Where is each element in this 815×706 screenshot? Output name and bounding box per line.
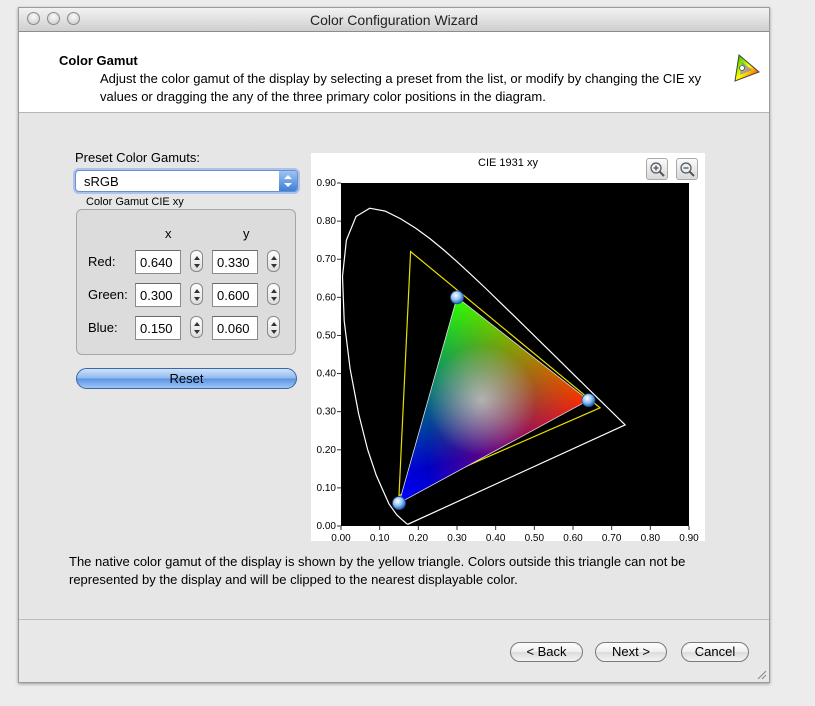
wizard-footer: < Back Next > Cancel bbox=[19, 620, 769, 682]
blue-x-field[interactable]: 0.150 bbox=[135, 316, 181, 340]
preset-label: Preset Color Gamuts: bbox=[75, 150, 200, 165]
y-tick-label: 0.40 bbox=[317, 369, 337, 380]
red-x-stepper[interactable] bbox=[190, 250, 203, 272]
green-x-field[interactable]: 0.300 bbox=[135, 283, 181, 307]
y-tick-label: 0.20 bbox=[317, 445, 337, 456]
x-tick-label: 0.50 bbox=[525, 533, 545, 541]
reset-button[interactable]: Reset bbox=[76, 368, 297, 389]
chevron-up-down-icon[interactable] bbox=[279, 171, 297, 191]
blue-y-stepper[interactable] bbox=[267, 316, 280, 338]
x-tick-label: 0.90 bbox=[679, 533, 699, 541]
preset-selected-value: sRGB bbox=[84, 174, 119, 189]
red-label: Red: bbox=[88, 254, 116, 269]
wizard-window: Color Configuration Wizard Color Gamut A… bbox=[18, 7, 770, 683]
content-area: Preset Color Gamuts: sRGB Color Gamut CI… bbox=[19, 113, 769, 618]
y-tick-label: 0.60 bbox=[317, 292, 337, 303]
green-y-stepper[interactable] bbox=[267, 283, 280, 305]
preset-dropdown[interactable]: sRGB bbox=[75, 170, 298, 192]
blue-primary-handle[interactable] bbox=[392, 496, 406, 511]
y-tick-label: 0.30 bbox=[317, 407, 337, 418]
cie-chart-svg[interactable]: CIE 1931 xy 0.00 0.10 0.20 0.30 0.40 0.50 0.60… bbox=[311, 153, 705, 544]
cancel-button[interactable]: Cancel bbox=[681, 642, 749, 662]
blue-y-field[interactable]: 0.060 bbox=[212, 316, 258, 340]
y-tick-label: 0.10 bbox=[317, 483, 337, 494]
x-tick-label: 0.60 bbox=[563, 533, 583, 541]
red-y-field[interactable]: 0.330 bbox=[212, 250, 258, 274]
x-tick-label: 0.30 bbox=[447, 533, 467, 541]
next-button[interactable]: Next > bbox=[595, 642, 667, 662]
blue-x-stepper[interactable] bbox=[190, 316, 203, 338]
step-description: Adjust the color gamut of the display by… bbox=[100, 71, 702, 104]
window-title: Color Configuration Wizard bbox=[309, 12, 479, 28]
blue-label: Blue: bbox=[88, 320, 118, 335]
cie-chart: CIE 1931 xy 0.00 0.10 0.20 0.30 0.40 0.50 0.60… bbox=[311, 153, 705, 544]
red-y-stepper[interactable] bbox=[267, 250, 280, 272]
column-x-header: x bbox=[165, 226, 172, 241]
step-title: Color Gamut bbox=[59, 53, 138, 68]
back-button[interactable]: < Back bbox=[510, 642, 583, 662]
gamut-group: x y Red: 0.640 0.330 Green: 0.300 0.600 … bbox=[76, 209, 296, 355]
title-bar[interactable]: Color Configuration Wizard bbox=[19, 8, 769, 32]
zoom-in-icon bbox=[650, 162, 665, 177]
green-label: Green: bbox=[88, 287, 128, 302]
x-tick-label: 0.20 bbox=[409, 533, 429, 541]
chart-title: CIE 1931 xy bbox=[478, 157, 538, 169]
y-tick-label: 0.70 bbox=[317, 254, 337, 265]
wizard-header: Color Gamut Adjust the color gamut of th… bbox=[19, 32, 769, 113]
y-tick-label: 0.90 bbox=[317, 178, 337, 189]
red-primary-handle[interactable] bbox=[581, 393, 596, 408]
x-tick-label: 0.70 bbox=[602, 533, 622, 541]
green-x-stepper[interactable] bbox=[190, 283, 203, 305]
x-tick-label: 0.00 bbox=[331, 533, 351, 541]
x-tick-label: 0.40 bbox=[486, 533, 506, 541]
x-tick-label: 0.80 bbox=[641, 533, 661, 541]
y-tick-label: 0.50 bbox=[317, 330, 337, 341]
native-gamut-note: The native color gamut of the display is… bbox=[69, 554, 686, 587]
color-triangle-icon bbox=[734, 54, 760, 82]
gamut-group-label: Color Gamut CIE xy bbox=[86, 196, 184, 208]
zoom-out-button[interactable] bbox=[676, 158, 698, 180]
resize-grip-icon[interactable] bbox=[756, 669, 767, 680]
x-tick-label: 0.10 bbox=[370, 533, 390, 541]
zoom-out-icon bbox=[680, 162, 695, 177]
red-x-field[interactable]: 0.640 bbox=[135, 250, 181, 274]
y-tick-label: 0.80 bbox=[317, 216, 337, 227]
column-y-header: y bbox=[243, 226, 250, 241]
green-primary-handle[interactable] bbox=[450, 290, 464, 305]
y-tick-label: 0.00 bbox=[317, 521, 337, 532]
zoom-in-button[interactable] bbox=[646, 158, 668, 180]
green-y-field[interactable]: 0.600 bbox=[212, 283, 258, 307]
